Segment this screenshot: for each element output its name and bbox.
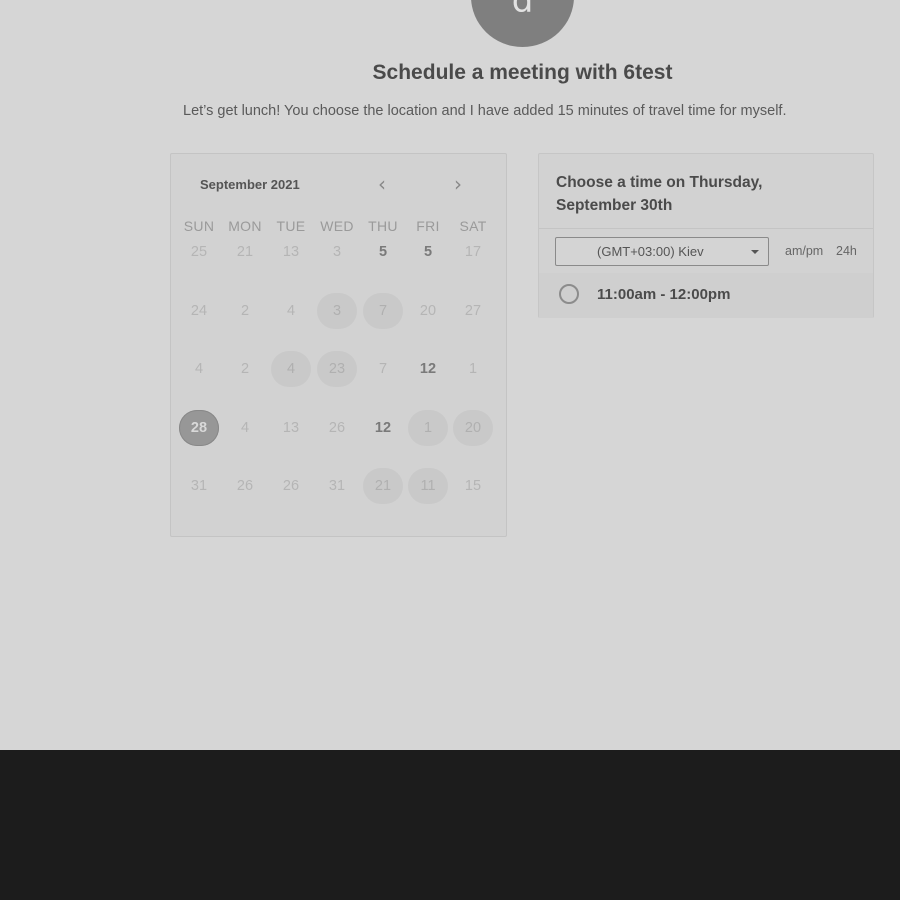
calendar-day: 2 bbox=[240, 361, 250, 377]
calendar-day: 24 bbox=[190, 303, 208, 319]
calendar-day: 20 bbox=[419, 303, 437, 319]
footer-bar bbox=[0, 750, 900, 900]
time-picker-header: Choose a time on Thursday, September 30t… bbox=[539, 154, 873, 229]
calendar-day: 31 bbox=[328, 478, 346, 494]
format-24h-toggle[interactable]: 24h bbox=[836, 244, 857, 258]
time-picker-card: Choose a time on Thursday, September 30t… bbox=[538, 153, 874, 318]
calendar-day: 13 bbox=[282, 420, 300, 436]
page-subtitle: Let’s get lunch! You choose the location… bbox=[183, 103, 787, 119]
calendar-day: 25 bbox=[190, 244, 208, 260]
calendar-day-selected[interactable]: 28 bbox=[179, 410, 219, 446]
calendar-day: 27 bbox=[464, 303, 482, 319]
calendar-day: 12 bbox=[419, 361, 437, 377]
format-ampm-toggle[interactable]: am/pm bbox=[785, 244, 823, 258]
host-avatar: d bbox=[471, 0, 574, 47]
calendar-day: 4 bbox=[194, 361, 204, 377]
calendar-day[interactable]: 1 bbox=[408, 410, 448, 446]
time-slot[interactable]: 11:00am - 12:00pm bbox=[539, 273, 873, 318]
calendar-day[interactable]: 4 bbox=[271, 351, 311, 387]
time-picker-heading: Choose a time on Thursday, September 30t… bbox=[556, 174, 763, 214]
time-slot-label: 11:00am - 12:00pm bbox=[597, 286, 731, 303]
radio-icon[interactable] bbox=[559, 284, 579, 304]
timezone-value: (GMT+03:00) Kiev bbox=[597, 244, 704, 259]
calendar-day: 17 bbox=[464, 244, 482, 260]
calendar-day: 21 bbox=[236, 244, 254, 260]
calendar-day: 3 bbox=[332, 244, 342, 260]
calendar-day: 2 bbox=[240, 303, 250, 319]
page-title: Schedule a meeting with 6test bbox=[372, 61, 673, 84]
calendar-card: September 2021 ‹ › SUN MON TUE WED THU FRI SAT… bbox=[170, 153, 507, 537]
weekday-sat: SAT bbox=[459, 218, 487, 234]
calendar-day[interactable]: 23 bbox=[317, 351, 357, 387]
calendar-day[interactable]: 21 bbox=[363, 468, 403, 504]
calendar-day: 26 bbox=[282, 478, 300, 494]
calendar-day: 26 bbox=[328, 420, 346, 436]
calendar-day: 4 bbox=[286, 303, 296, 319]
calendar-day: 5 bbox=[423, 244, 433, 260]
calendar-month-label: September 2021 bbox=[200, 177, 300, 192]
weekday-sun: SUN bbox=[183, 218, 215, 234]
chevron-left-icon[interactable]: ‹ bbox=[378, 174, 386, 194]
calendar-day: 7 bbox=[378, 361, 388, 377]
calendar-day: 31 bbox=[190, 478, 208, 494]
calendar-day: 26 bbox=[236, 478, 254, 494]
calendar-day: 13 bbox=[282, 244, 300, 260]
weekday-tue: TUE bbox=[276, 218, 306, 234]
calendar-day: 4 bbox=[240, 420, 250, 436]
weekday-fri: FRI bbox=[416, 218, 440, 234]
weekday-thu: THU bbox=[368, 218, 398, 234]
calendar-day[interactable]: 20 bbox=[453, 410, 493, 446]
avatar-letter: d bbox=[511, 0, 534, 21]
weekday-mon: MON bbox=[228, 218, 262, 234]
calendar-day: 1 bbox=[468, 361, 478, 377]
weekday-wed: WED bbox=[320, 218, 354, 234]
calendar-day: 15 bbox=[464, 478, 482, 494]
calendar-day: 12 bbox=[374, 420, 392, 436]
caret-down-icon bbox=[751, 250, 759, 254]
calendar-day[interactable]: 7 bbox=[363, 293, 403, 329]
calendar-day[interactable]: 11 bbox=[408, 468, 448, 504]
timezone-select[interactable]: (GMT+03:00) Kiev bbox=[555, 237, 769, 266]
calendar-day: 5 bbox=[378, 244, 388, 260]
chevron-right-icon[interactable]: › bbox=[454, 174, 462, 194]
calendar-day[interactable]: 3 bbox=[317, 293, 357, 329]
